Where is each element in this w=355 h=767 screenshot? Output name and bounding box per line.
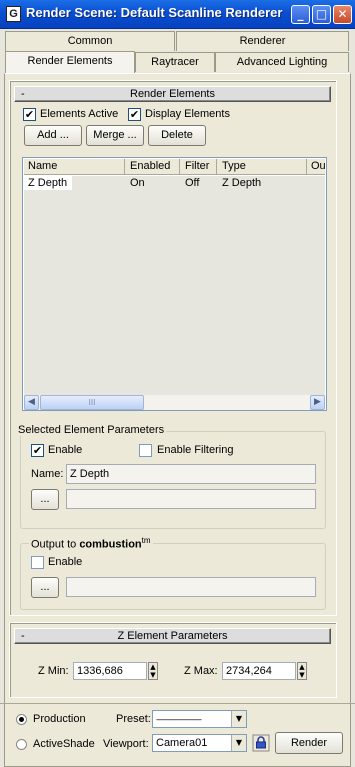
delete-button[interactable]: Delete bbox=[148, 125, 206, 146]
rollout-title: Render Elements bbox=[130, 88, 215, 100]
combustion-enable-checkbox[interactable] bbox=[31, 556, 44, 569]
browse-button[interactable]: ... bbox=[31, 489, 59, 510]
render-button[interactable]: Render bbox=[275, 732, 343, 754]
display-elements-label: Display Elements bbox=[145, 108, 230, 120]
zmax-field[interactable]: 2734,264 bbox=[222, 662, 296, 680]
cell-enabled: On bbox=[130, 177, 145, 189]
chevron-down-icon[interactable]: ▼ bbox=[231, 735, 246, 751]
spin-down-icon[interactable]: ▼ bbox=[150, 671, 155, 679]
render-elements-rollout-header[interactable]: - Render Elements bbox=[14, 86, 331, 102]
combustion-path-field[interactable] bbox=[66, 577, 316, 597]
tab-advanced-lighting[interactable]: Advanced Lighting bbox=[215, 52, 349, 72]
activeshade-radio[interactable] bbox=[16, 739, 27, 750]
spin-down-icon[interactable]: ▼ bbox=[299, 671, 304, 679]
production-label: Production bbox=[33, 713, 86, 725]
window-title: Render Scene: Default Scanline Renderer bbox=[26, 5, 283, 20]
column-filter[interactable]: Filter bbox=[181, 159, 217, 175]
element-name-field[interactable]: Z Depth bbox=[66, 464, 316, 484]
cell-name: Z Depth bbox=[24, 176, 72, 190]
spin-up-icon[interactable]: ▲ bbox=[150, 663, 155, 671]
output-path-field[interactable] bbox=[66, 489, 316, 509]
display-elements-checkbox[interactable]: ✔ bbox=[128, 108, 141, 121]
elements-active-checkbox[interactable]: ✔ bbox=[23, 108, 36, 121]
preset-label: Preset: bbox=[116, 713, 151, 725]
z-rollout-title: Z Element Parameters bbox=[117, 630, 228, 642]
column-type[interactable]: Type bbox=[218, 159, 307, 175]
zmax-label: Z Max: bbox=[184, 665, 218, 677]
maximize-button[interactable]: □ bbox=[312, 5, 331, 24]
scroll-left-icon[interactable]: ◀ bbox=[24, 395, 39, 410]
preset-value: --------------------------- bbox=[156, 715, 202, 724]
viewport-label: Viewport: bbox=[103, 738, 149, 750]
merge-button[interactable]: Merge ... bbox=[86, 125, 144, 146]
combustion-enable-label: Enable bbox=[48, 556, 83, 568]
viewport-value: Camera01 bbox=[156, 737, 208, 749]
zmin-label: Z Min: bbox=[38, 665, 69, 677]
tab-common[interactable]: Common bbox=[5, 31, 175, 51]
horizontal-scrollbar[interactable]: ◀ III ▶ bbox=[24, 395, 325, 410]
z-params-rollout-header[interactable]: - Z Element Parameters bbox=[14, 628, 331, 644]
column-enabled[interactable]: Enabled bbox=[126, 159, 180, 175]
elements-list[interactable]: Name Enabled Filter Type Ou Z Depth On O… bbox=[22, 157, 327, 411]
tab-render-elements[interactable]: Render Elements bbox=[5, 51, 135, 73]
list-body: Z Depth On Off Z Depth bbox=[24, 176, 325, 395]
zmin-field[interactable]: 1336,686 bbox=[73, 662, 147, 680]
minimize-button[interactable]: _ bbox=[291, 5, 310, 24]
combustion-browse-button[interactable]: ... bbox=[31, 577, 59, 598]
tab-raytracer[interactable]: Raytracer bbox=[135, 52, 215, 72]
column-name[interactable]: Name bbox=[24, 159, 125, 175]
tab-renderer[interactable]: Renderer bbox=[176, 31, 349, 51]
list-item[interactable]: Z Depth On Off Z Depth bbox=[24, 176, 325, 190]
enable-filtering-label: Enable Filtering bbox=[157, 444, 234, 456]
preset-dropdown[interactable]: --------------------------- ▼ bbox=[152, 710, 247, 728]
zmax-spinner[interactable]: ▲ ▼ bbox=[297, 662, 307, 680]
activeshade-label: ActiveShade bbox=[33, 738, 95, 750]
spin-up-icon[interactable]: ▲ bbox=[299, 663, 304, 671]
enable-filtering-checkbox[interactable] bbox=[139, 444, 152, 457]
production-radio[interactable] bbox=[16, 714, 27, 725]
chevron-down-icon[interactable]: ▼ bbox=[231, 711, 246, 727]
lock-icon[interactable] bbox=[252, 734, 270, 752]
app-icon: G bbox=[6, 6, 21, 22]
close-button[interactable]: ✕ bbox=[333, 5, 352, 24]
column-output[interactable]: Ou bbox=[308, 159, 325, 175]
divider bbox=[0, 703, 355, 704]
cell-type: Z Depth bbox=[222, 177, 262, 189]
list-header: Name Enabled Filter Type Ou bbox=[24, 159, 325, 175]
elements-active-label: Elements Active bbox=[40, 108, 119, 120]
scroll-right-icon[interactable]: ▶ bbox=[310, 395, 325, 410]
enable-label: Enable bbox=[48, 444, 83, 456]
scroll-thumb[interactable]: III bbox=[40, 395, 144, 410]
combustion-group-title: Output to combustiontm bbox=[29, 536, 153, 551]
title-bar: G Render Scene: Default Scanline Rendere… bbox=[0, 0, 355, 29]
enable-checkbox[interactable]: ✔ bbox=[31, 444, 44, 457]
cell-filter: Off bbox=[185, 177, 200, 189]
selected-element-group-title: Selected Element Parameters bbox=[16, 424, 167, 436]
zmin-spinner[interactable]: ▲ ▼ bbox=[148, 662, 158, 680]
add-button[interactable]: Add ... bbox=[24, 125, 82, 146]
name-label: Name: bbox=[31, 468, 64, 480]
viewport-dropdown[interactable]: Camera01 ▼ bbox=[152, 734, 247, 752]
